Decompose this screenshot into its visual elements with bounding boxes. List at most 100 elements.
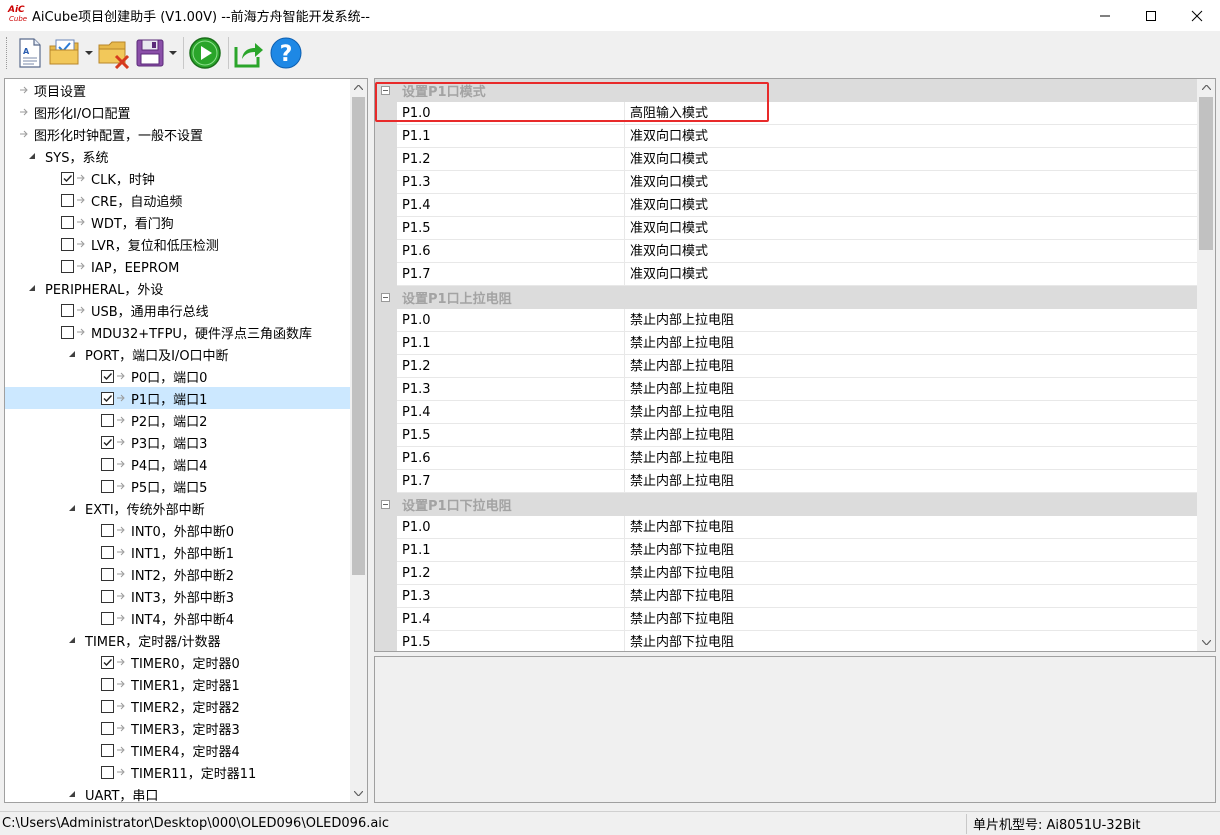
scroll-down-button[interactable] [350, 785, 367, 802]
checkbox[interactable] [101, 743, 114, 757]
tree-item[interactable]: UART，串口 [5, 783, 350, 802]
expand-toggle-icon[interactable] [27, 283, 37, 293]
property-value[interactable]: 准双向口模式 [625, 263, 1197, 286]
property-row[interactable]: P1.2 准双向口模式 [375, 148, 1197, 171]
property-value[interactable]: 禁止内部上拉电阻 [625, 332, 1197, 355]
property-scrollbar[interactable] [1197, 79, 1215, 651]
project-tree[interactable]: 项目设置 图形化I/O口配置 图形化时钟配置，一般不设置 SYS，系统 CLK，时钟 CR… [4, 78, 368, 803]
property-value[interactable]: 禁止内部上拉电阻 [625, 401, 1197, 424]
property-row[interactable]: P1.4 禁止内部上拉电阻 [375, 401, 1197, 424]
property-value[interactable]: 禁止内部上拉电阻 [625, 378, 1197, 401]
tree-item[interactable]: P4口，端口4 [5, 453, 350, 475]
close-project-button[interactable] [96, 35, 132, 71]
export-button[interactable] [232, 35, 266, 71]
property-value[interactable]: 禁止内部下拉电阻 [625, 516, 1197, 539]
tree-item[interactable]: P2口，端口2 [5, 409, 350, 431]
checkbox[interactable] [101, 545, 114, 559]
property-value[interactable]: 准双向口模式 [625, 125, 1197, 148]
property-grid[interactable]: 设置P1口模式 P1.0 高阻输入模式 P1.1 准双向口模式 P1.2 准双向口模式 P1.… [374, 78, 1216, 652]
checkbox[interactable] [61, 259, 74, 273]
property-row[interactable]: P1.3 准双向口模式 [375, 171, 1197, 194]
collapse-toggle-icon[interactable] [381, 500, 390, 509]
open-dropdown-arrow[interactable] [84, 35, 94, 71]
tree-scrollbar[interactable] [350, 79, 367, 802]
tree-item[interactable]: P3口，端口3 [5, 431, 350, 453]
expand-toggle-icon[interactable] [27, 151, 37, 161]
open-project-button[interactable] [48, 35, 82, 71]
tree-item[interactable]: TIMER0，定时器0 [5, 651, 350, 673]
property-scroll-thumb[interactable] [1199, 97, 1213, 250]
tree-item[interactable]: 项目设置 [5, 79, 350, 101]
save-button[interactable] [134, 35, 166, 71]
new-project-button[interactable]: A [14, 35, 46, 71]
checkbox[interactable] [101, 611, 114, 625]
property-row[interactable]: P1.3 禁止内部上拉电阻 [375, 378, 1197, 401]
checkbox-checked[interactable] [61, 171, 74, 185]
property-category[interactable]: 设置P1口上拉电阻 [375, 286, 1197, 309]
checkbox-checked[interactable] [101, 435, 114, 449]
checkbox[interactable] [61, 193, 74, 207]
property-value[interactable]: 禁止内部上拉电阻 [625, 470, 1197, 493]
property-value[interactable]: 准双向口模式 [625, 171, 1197, 194]
tree-item[interactable]: TIMER2，定时器2 [5, 695, 350, 717]
tree-item[interactable]: IAP，EEPROM [5, 255, 350, 277]
tree-item[interactable]: TIMER1，定时器1 [5, 673, 350, 695]
property-value[interactable]: 准双向口模式 [625, 194, 1197, 217]
tree-item[interactable]: LVR，复位和低压检测 [5, 233, 350, 255]
property-row[interactable]: P1.1 禁止内部上拉电阻 [375, 332, 1197, 355]
expand-toggle-icon[interactable] [67, 635, 77, 645]
tree-item[interactable]: PORT，端口及I/O口中断 [5, 343, 350, 365]
checkbox[interactable] [101, 765, 114, 779]
tree-item[interactable]: INT1，外部中断1 [5, 541, 350, 563]
property-value[interactable]: 禁止内部下拉电阻 [625, 631, 1197, 651]
checkbox[interactable] [101, 721, 114, 735]
checkbox[interactable] [101, 567, 114, 581]
checkbox[interactable] [101, 523, 114, 537]
scroll-up-button[interactable] [350, 79, 367, 96]
checkbox-checked[interactable] [101, 391, 114, 405]
property-value[interactable]: 禁止内部下拉电阻 [625, 608, 1197, 631]
tree-item[interactable]: INT2，外部中断2 [5, 563, 350, 585]
tree-item[interactable]: P1口，端口1 [5, 387, 350, 409]
tree-item[interactable]: WDT，看门狗 [5, 211, 350, 233]
property-row[interactable]: P1.2 禁止内部上拉电阻 [375, 355, 1197, 378]
scroll-down-button[interactable] [1197, 634, 1215, 651]
property-row[interactable]: P1.7 禁止内部上拉电阻 [375, 470, 1197, 493]
help-button[interactable]: ? [268, 35, 304, 71]
property-row[interactable]: P1.6 禁止内部上拉电阻 [375, 447, 1197, 470]
checkbox[interactable] [101, 413, 114, 427]
maximize-button[interactable] [1128, 0, 1174, 31]
property-row[interactable]: P1.1 准双向口模式 [375, 125, 1197, 148]
property-row[interactable]: P1.5 准双向口模式 [375, 217, 1197, 240]
checkbox[interactable] [61, 237, 74, 251]
tree-item[interactable]: TIMER11，定时器11 [5, 761, 350, 783]
tree-item[interactable]: 图形化I/O口配置 [5, 101, 350, 123]
tree-item[interactable]: SYS，系统 [5, 145, 350, 167]
checkbox[interactable] [101, 677, 114, 691]
property-value[interactable]: 禁止内部下拉电阻 [625, 562, 1197, 585]
property-row[interactable]: P1.4 禁止内部下拉电阻 [375, 608, 1197, 631]
tree-item[interactable]: PERIPHERAL，外设 [5, 277, 350, 299]
scroll-up-button[interactable] [1197, 79, 1215, 96]
tree-item[interactable]: 图形化时钟配置，一般不设置 [5, 123, 350, 145]
property-value[interactable]: 准双向口模式 [625, 240, 1197, 263]
property-row[interactable]: P1.5 禁止内部下拉电阻 [375, 631, 1197, 651]
checkbox-checked[interactable] [101, 369, 114, 383]
tree-item[interactable]: P5口，端口5 [5, 475, 350, 497]
property-value[interactable]: 禁止内部上拉电阻 [625, 447, 1197, 470]
property-value[interactable]: 准双向口模式 [625, 148, 1197, 171]
tree-item[interactable]: MDU32+TFPU，硬件浮点三角函数库 [5, 321, 350, 343]
property-row[interactable]: P1.1 禁止内部下拉电阻 [375, 539, 1197, 562]
tree-item[interactable]: INT4，外部中断4 [5, 607, 350, 629]
tree-scroll-thumb[interactable] [352, 97, 365, 575]
save-dropdown-arrow[interactable] [168, 35, 178, 71]
checkbox[interactable] [101, 457, 114, 471]
property-row[interactable]: P1.6 准双向口模式 [375, 240, 1197, 263]
property-row[interactable]: P1.2 禁止内部下拉电阻 [375, 562, 1197, 585]
property-value[interactable]: 准双向口模式 [625, 217, 1197, 240]
checkbox-checked[interactable] [101, 655, 114, 669]
property-value[interactable]: 禁止内部上拉电阻 [625, 355, 1197, 378]
tree-item[interactable]: USB，通用串行总线 [5, 299, 350, 321]
property-row[interactable]: P1.0 禁止内部下拉电阻 [375, 516, 1197, 539]
checkbox[interactable] [101, 589, 114, 603]
